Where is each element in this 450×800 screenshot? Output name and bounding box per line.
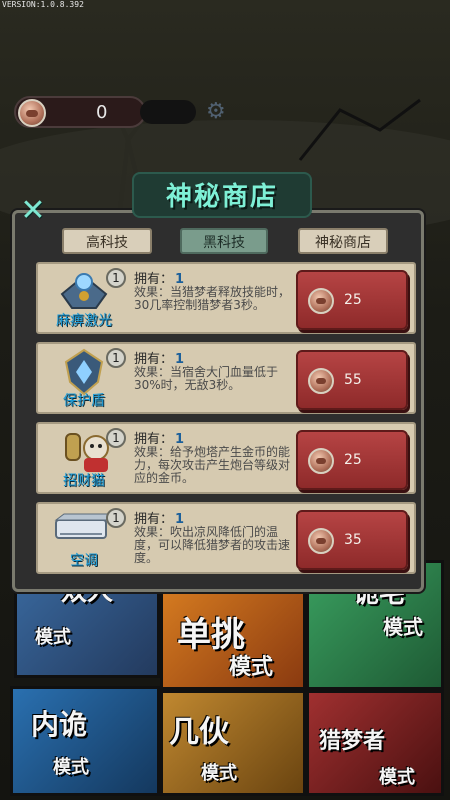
item-price: 25 <box>344 292 362 308</box>
item-price: 25 <box>344 452 362 468</box>
coin-icon <box>18 99 46 127</box>
mode-title: 几伙 <box>169 715 229 750</box>
item-level-badge: 1 <box>106 428 126 448</box>
mode-subtitle: 模式 <box>229 655 274 680</box>
mode-subtitle: 模式 <box>383 615 423 639</box>
mode-subtitle: 模式 <box>53 757 89 778</box>
item-description: 效果：当宿舍大门血量低于30%时，无敌3秒。 <box>134 365 279 392</box>
mode-tile-dream-hunter[interactable]: 猎梦者 模式 <box>306 690 444 796</box>
shop-item-card: 1 保护盾 拥有： 1 效果：当宿舍大门血量低于30%时，无敌3秒。 55 <box>36 342 416 414</box>
mode-tile-group[interactable]: 几伙 模式 <box>160 690 306 796</box>
mode-tile-solo[interactable]: 单挑 模式 <box>160 590 306 690</box>
item-level-badge: 1 <box>106 348 126 368</box>
item-name: 保护盾 <box>63 393 105 409</box>
tab-black-tech[interactable]: 黑科技 <box>180 228 268 254</box>
shop-title: 神秘商店 <box>165 182 278 212</box>
mode-subtitle: 模式 <box>379 767 415 788</box>
buy-button[interactable]: 25 <box>296 430 408 490</box>
coin-count: 0 <box>96 102 108 123</box>
coin-icon <box>308 448 334 474</box>
coin-bar-extension <box>140 100 196 124</box>
item-price: 55 <box>344 372 362 388</box>
shop-item-card: 1 麻痹激光 拥有： 1 效果：当猎梦者释放技能时，30几率控制猎梦者3秒。 25 <box>36 262 416 334</box>
mode-tile-inner[interactable]: 内诡 模式 <box>10 686 160 796</box>
version-label: VERSION:1.0.8.392 <box>2 0 84 9</box>
item-level-badge: 1 <box>106 508 126 528</box>
coin-icon <box>308 528 334 554</box>
coin-balance: 0 <box>14 96 146 128</box>
close-x-icon[interactable]: ✕ <box>16 196 50 230</box>
mode-subtitle: 模式 <box>35 627 71 648</box>
tab-high-tech[interactable]: 高科技 <box>62 228 152 254</box>
coin-icon <box>308 288 334 314</box>
shop-item-card: 1 招财猫 拥有： 1 效果：给予炮塔产生金币的能力，每次攻击产生炮台等级对应的金… <box>36 422 416 494</box>
shop-item-card: 1 空调 拥有： 1 效果：吹出凉风降低门的温度，可以降低猎梦者的攻击速度。 35 <box>36 502 416 574</box>
mode-title: 内诡 <box>31 708 88 741</box>
item-description: 效果：给予炮塔产生金币的能力，每次攻击产生炮台等级对应的金币。 <box>134 445 291 485</box>
coin-icon <box>308 368 334 394</box>
buy-button[interactable]: 55 <box>296 350 408 410</box>
mode-subtitle: 模式 <box>201 763 237 784</box>
tab-mystery-shop[interactable]: 神秘商店 <box>298 228 388 254</box>
item-name: 空调 <box>70 553 98 569</box>
buy-button[interactable]: 35 <box>296 510 408 570</box>
item-price: 35 <box>344 532 362 548</box>
item-name: 招财猫 <box>63 473 105 489</box>
buy-button[interactable]: 25 <box>296 270 408 330</box>
item-description: 效果：当猎梦者释放技能时，30几率控制猎梦者3秒。 <box>134 285 291 312</box>
item-name: 麻痹激光 <box>56 313 112 329</box>
mode-title: 猎梦者 <box>319 729 386 754</box>
gear-icon[interactable]: ⚙ <box>206 101 226 123</box>
item-description: 效果：吹出凉风降低门的温度，可以降低猎梦者的攻击速度。 <box>134 525 291 565</box>
item-level-badge: 1 <box>106 268 126 288</box>
